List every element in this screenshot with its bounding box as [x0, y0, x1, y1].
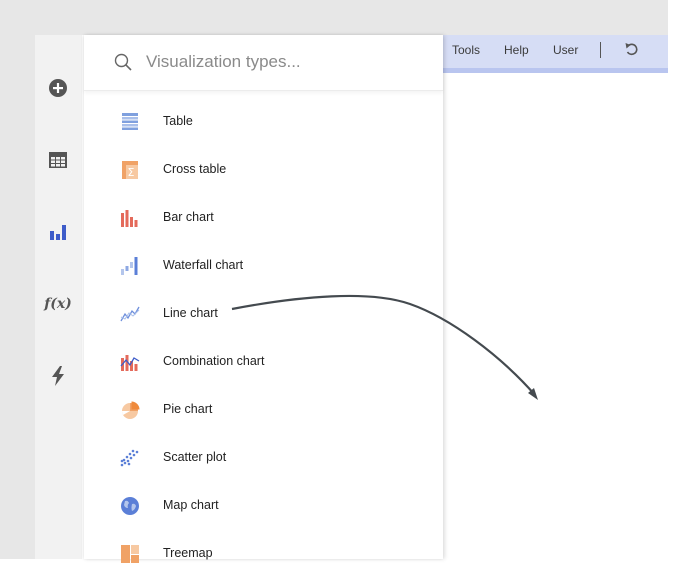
table-icon — [120, 112, 140, 132]
treemap-icon — [120, 544, 140, 564]
viz-label-treemap: Treemap — [163, 546, 213, 560]
scatter-plot-icon — [120, 448, 140, 468]
menu-tools[interactable]: Tools — [452, 43, 480, 57]
viz-label-pie-chart: Pie chart — [163, 402, 213, 416]
viz-item-combination-chart[interactable]: Combination chart — [84, 342, 443, 382]
undo-icon[interactable] — [624, 41, 640, 62]
viz-item-map-chart[interactable]: Map chart — [84, 486, 443, 526]
viz-item-waterfall-chart[interactable]: Waterfall chart — [84, 246, 443, 286]
viz-item-treemap[interactable]: Treemap — [84, 534, 443, 574]
search-row — [84, 35, 443, 91]
viz-label-combination-chart: Combination chart — [163, 354, 265, 368]
left-rail: f(x) — [35, 35, 82, 559]
viz-item-cross-table[interactable]: Σ Cross table — [84, 150, 443, 190]
viz-item-pie-chart[interactable]: Pie chart — [84, 390, 443, 430]
viz-label-map-chart: Map chart — [163, 498, 219, 512]
flash-icon[interactable] — [46, 364, 70, 388]
visualization-types-panel: Table Σ Cross table Bar chart Waterfall … — [84, 35, 443, 563]
function-icon[interactable]: f(x) — [44, 292, 72, 316]
visualizations-icon[interactable] — [46, 220, 70, 244]
line-chart-icon — [120, 304, 140, 324]
viz-label-line-chart: Line chart — [163, 306, 218, 320]
menu-help[interactable]: Help — [504, 43, 529, 57]
search-input[interactable] — [146, 49, 416, 75]
viz-label-table: Table — [163, 114, 193, 128]
menu-separator — [600, 42, 601, 58]
cross-table-icon: Σ — [120, 160, 140, 180]
pie-chart-icon — [120, 400, 140, 420]
svg-text:Σ: Σ — [128, 166, 135, 179]
viz-item-scatter-plot[interactable]: Scatter plot — [84, 438, 443, 478]
combination-chart-icon — [120, 352, 140, 372]
viz-label-cross-table: Cross table — [163, 162, 227, 176]
function-label: f(x) — [44, 296, 72, 312]
add-icon[interactable] — [46, 76, 70, 100]
viz-item-table[interactable]: Table — [84, 102, 443, 142]
viz-item-bar-chart[interactable]: Bar chart — [84, 198, 443, 238]
viz-label-waterfall-chart: Waterfall chart — [163, 258, 244, 272]
viz-label-scatter-plot: Scatter plot — [163, 450, 227, 464]
map-chart-icon — [120, 496, 140, 516]
search-icon — [114, 53, 132, 76]
viz-label-bar-chart: Bar chart — [163, 210, 214, 224]
waterfall-chart-icon — [120, 256, 140, 276]
bar-chart-icon — [120, 208, 140, 228]
data-table-icon[interactable] — [46, 148, 70, 172]
viz-item-line-chart[interactable]: Line chart — [84, 294, 443, 334]
menu-user[interactable]: User — [553, 43, 578, 57]
